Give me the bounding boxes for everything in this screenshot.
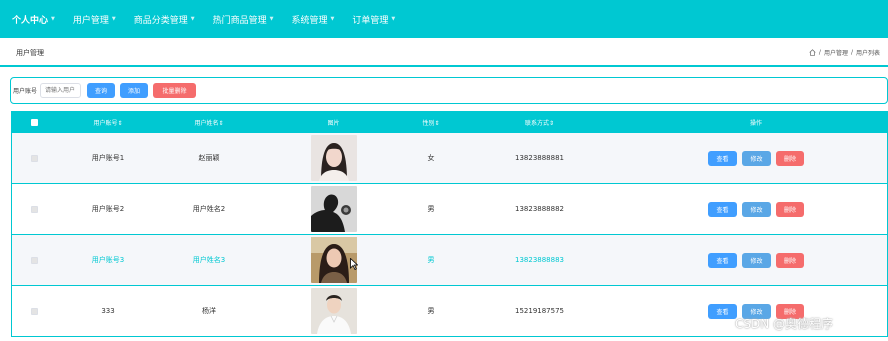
row-checkbox[interactable] — [31, 307, 38, 315]
top-nav: 个人中心 ▼ 用户管理 ▼ 商品分类管理 ▼ 热门商品管理 ▼ 系统管理 ▼ 订单管理 ▼ — [0, 0, 888, 38]
cell-sex: 男 — [427, 307, 435, 315]
nav-item-hot-products[interactable]: 热门商品管理 ▼ — [213, 13, 274, 26]
cell-phone: 13823888882 — [515, 205, 564, 213]
cell-photo — [259, 186, 408, 232]
chevron-down-icon: ▼ — [391, 16, 396, 22]
edit-button[interactable]: 修改 — [742, 252, 771, 268]
nav-label: 商品分类管理 — [133, 15, 188, 26]
view-button[interactable]: 查看 — [708, 201, 737, 217]
query-button[interactable]: 查询 — [87, 83, 116, 98]
chevron-down-icon: ▼ — [330, 16, 335, 22]
column-header-name[interactable]: 用户姓名⇕ — [159, 118, 259, 127]
view-button[interactable]: 查看 — [708, 150, 737, 166]
chevron-down-icon: ▼ — [51, 16, 55, 22]
cell-account: 用户账号3 — [91, 256, 125, 264]
nav-label: 用户管理 — [72, 15, 109, 26]
cell-sex: 男 — [427, 256, 435, 264]
breadcrumb: / 用户管理 / 用户列表 — [809, 48, 880, 57]
cell-name: 赵丽颖 — [198, 154, 220, 162]
nav-item-personal-center[interactable]: 个人中心 ▼ — [12, 13, 55, 26]
cell-photo — [259, 135, 408, 181]
column-header-phone[interactable]: 联系方式⇕ — [454, 118, 625, 127]
edit-button[interactable]: 修改 — [742, 150, 771, 166]
nav-item-category-management[interactable]: 商品分类管理 ▼ — [134, 13, 195, 26]
view-button[interactable]: 查看 — [708, 303, 737, 319]
header-checkbox-cell — [12, 118, 57, 126]
cell-phone: 13823888881 — [515, 154, 564, 162]
delete-button[interactable]: 删除 — [776, 201, 804, 217]
table-row: 用户账号3 用户姓名3 男 13823888883 查看 修改 删除 — [12, 235, 887, 286]
row-checkbox[interactable] — [31, 205, 38, 213]
man-portrait-icon — [310, 288, 357, 334]
chevron-down-icon: ▼ — [190, 16, 195, 22]
delete-button[interactable]: 删除 — [776, 150, 804, 166]
cell-photo — [259, 237, 408, 283]
row-checkbox[interactable] — [31, 256, 38, 264]
chevron-down-icon: ▼ — [269, 16, 274, 22]
batch-delete-button[interactable]: 批量删除 — [153, 83, 197, 98]
cell-name: 用户姓名3 — [192, 256, 226, 264]
nav-item-user-management[interactable]: 用户管理 ▼ — [73, 13, 116, 26]
search-form: 用户账号 查询 添加 批量删除 — [10, 77, 888, 104]
view-button[interactable]: 查看 — [708, 252, 737, 268]
cell-account: 用户账号1 — [91, 154, 125, 162]
table-row: 用户账号2 用户姓名2 男 13823888882 查看 修改 删除 — [12, 184, 887, 235]
column-header-ops: 操作 — [749, 119, 762, 127]
search-input[interactable] — [40, 83, 82, 98]
chevron-down-icon: ▼ — [111, 16, 116, 22]
mouse-cursor-icon — [350, 258, 358, 270]
row-checkbox[interactable] — [31, 154, 38, 162]
row-checkbox-cell — [12, 154, 57, 162]
column-header-account[interactable]: 用户账号⇕ — [57, 118, 159, 127]
nav-label: 订单管理 — [352, 15, 389, 26]
table-header: 用户账号⇕ 用户姓名⇕ 图片 性别⇕ 联系方式⇕ 操作 — [12, 111, 887, 133]
table-row: 用户账号1 赵丽颖 女 13823888881 查看 修改 删除 — [12, 133, 887, 184]
cell-sex: 男 — [427, 205, 435, 213]
nav-item-order-management[interactable]: 订单管理 ▼ — [352, 13, 395, 26]
column-header-photo: 图片 — [327, 119, 340, 127]
breadcrumb-item-user-management[interactable]: 用户管理 — [824, 48, 848, 57]
cell-name: 用户姓名2 — [192, 205, 226, 213]
nav-label: 系统管理 — [291, 15, 328, 26]
breadcrumb-separator: / — [850, 49, 853, 56]
cell-phone: 15219187575 — [515, 307, 564, 315]
home-icon[interactable] — [809, 49, 816, 56]
cell-ops: 查看 修改 删除 — [625, 252, 887, 268]
row-checkbox-cell — [12, 256, 57, 264]
row-checkbox-cell — [12, 205, 57, 213]
nav-label: 个人中心 — [12, 15, 49, 26]
cell-name: 杨洋 — [202, 307, 216, 315]
cell-account: 用户账号2 — [91, 205, 125, 213]
search-label: 用户账号 — [13, 88, 38, 95]
cell-phone: 13823888883 — [515, 256, 564, 264]
nav-label: 热门商品管理 — [212, 15, 267, 26]
delete-button[interactable]: 删除 — [776, 252, 804, 268]
cell-sex: 女 — [427, 154, 435, 162]
cell-ops: 查看 修改 删除 — [625, 150, 887, 166]
column-header-sex[interactable]: 性别⇕ — [408, 118, 454, 127]
cell-photo — [259, 288, 408, 334]
breadcrumb-item-user-list: 用户列表 — [855, 50, 880, 57]
edit-button[interactable]: 修改 — [742, 201, 771, 217]
nav-item-system-management[interactable]: 系统管理 ▼ — [292, 13, 335, 26]
cell-account: 333 — [101, 307, 115, 315]
watermark: CSDN @奥德程序 — [735, 317, 834, 331]
page-header: 用户管理 / 用户管理 / 用户列表 — [0, 38, 888, 67]
row-checkbox-cell — [12, 307, 57, 315]
user-table: 用户账号⇕ 用户姓名⇕ 图片 性别⇕ 联系方式⇕ 操作 用户账号1 赵丽颖 女 … — [11, 111, 888, 337]
select-all-checkbox[interactable] — [31, 118, 38, 126]
breadcrumb-separator: / — [818, 49, 821, 56]
page-title: 用户管理 — [16, 49, 44, 57]
cell-ops: 查看 修改 删除 — [625, 201, 887, 217]
add-button[interactable]: 添加 — [120, 83, 149, 98]
woman-portrait-icon — [310, 135, 357, 181]
man-silhouette-icon — [310, 186, 357, 232]
